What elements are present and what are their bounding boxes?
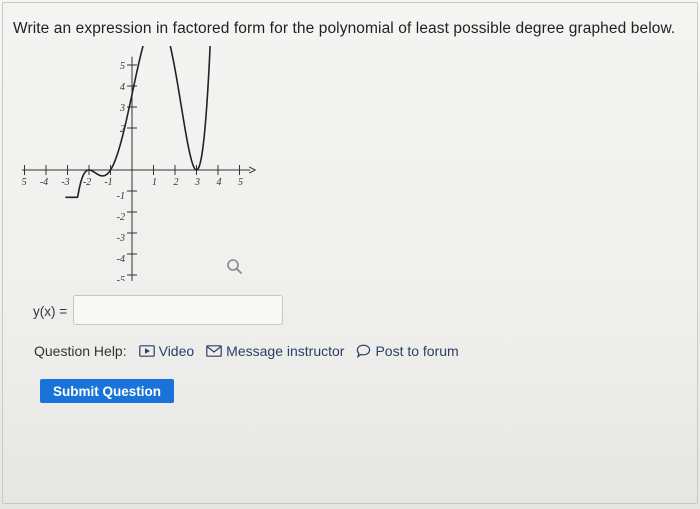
x-tick-label: 3 (194, 177, 200, 188)
post-to-forum-link[interactable]: Post to forum (356, 343, 459, 359)
x-tick-label: 1 (152, 177, 157, 188)
submit-question-button[interactable]: Submit Question (40, 379, 174, 403)
y-tick-label: -1 (117, 191, 125, 202)
video-link[interactable]: Video (138, 343, 195, 359)
x-tick-label: -5 (22, 177, 27, 188)
post-to-forum-label: Post to forum (375, 343, 459, 359)
x-tick-label: -4 (40, 177, 48, 188)
x-tick-label: -3 (61, 177, 69, 188)
x-tick-label: 4 (217, 177, 222, 188)
question-page: Write an expression in factored form for… (0, 0, 700, 509)
x-tick-label: -2 (83, 177, 91, 188)
y-tick-label: -4 (117, 254, 125, 265)
message-instructor-link[interactable]: Message instructor (206, 343, 344, 359)
envelope-icon (206, 345, 222, 357)
answer-label: y(x) = (33, 304, 68, 319)
message-instructor-label: Message instructor (226, 343, 345, 359)
y-tick-label: 3 (119, 103, 125, 114)
y-tick-label: -3 (117, 233, 125, 244)
answer-input[interactable] (73, 295, 283, 325)
video-icon (138, 345, 155, 357)
video-link-label: Video (158, 343, 195, 359)
magnify-icon[interactable] (226, 258, 244, 276)
speech-bubble-icon (357, 344, 371, 358)
polynomial-graph: -5-4-3-2-1123455432-1-2-3-4-5 (22, 46, 257, 281)
y-tick-label: 5 (120, 61, 125, 72)
y-tick-label: -2 (117, 212, 125, 223)
y-tick-label: 4 (120, 82, 125, 93)
x-tick-label: -1 (104, 177, 112, 188)
x-tick-label: 5 (238, 177, 243, 188)
question-help-label: Question Help: (34, 343, 127, 359)
y-tick-label: -5 (117, 275, 125, 281)
question-help: Question Help: Video Message instructor … (34, 343, 471, 359)
question-prompt: Write an expression in factored form for… (13, 20, 676, 37)
x-tick-label: 2 (174, 177, 179, 188)
